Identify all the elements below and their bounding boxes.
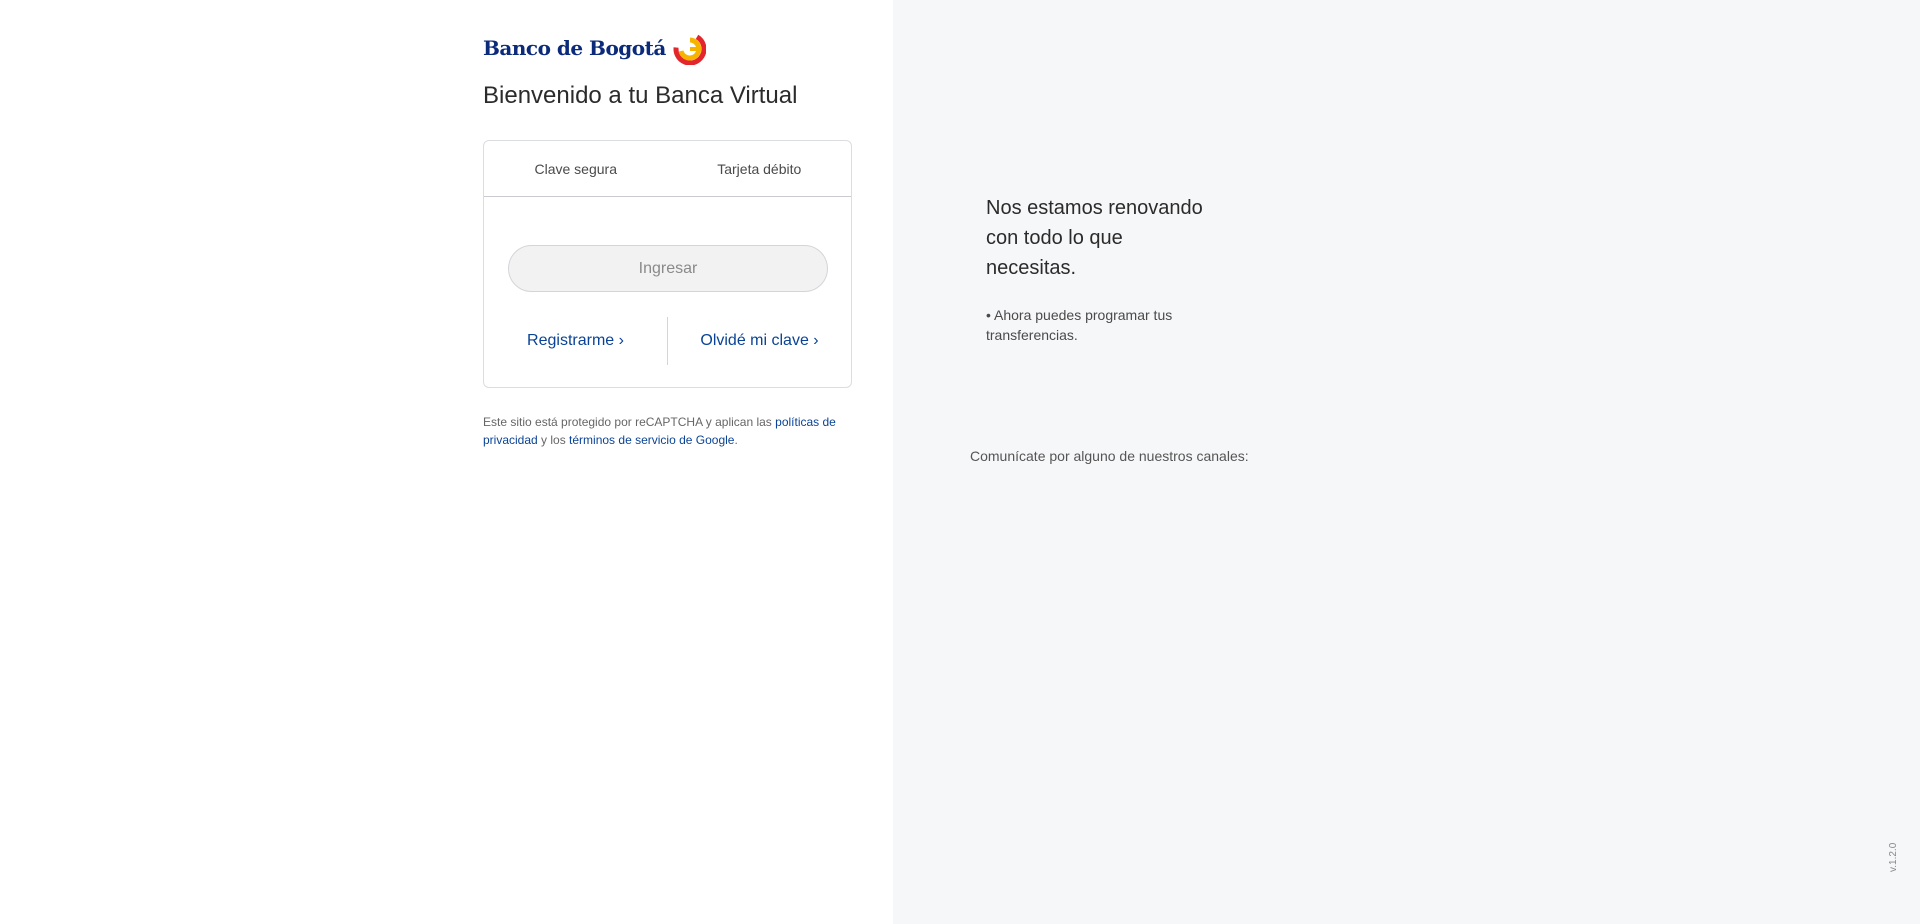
- forgot-password-link[interactable]: Olvidé mi clave ›: [668, 332, 851, 350]
- register-link[interactable]: Registrarme ›: [484, 332, 667, 350]
- promo-bullet: • Ahora puedes programar tus transferenc…: [986, 307, 1173, 343]
- recaptcha-text-middle: y los: [537, 433, 570, 447]
- ingresar-button[interactable]: Ingresar: [508, 245, 828, 292]
- recaptcha-text: Este sitio está protegido por reCAPTCHA …: [483, 415, 776, 429]
- page-title: Bienvenido a tu Banca Virtual: [483, 82, 798, 109]
- google-terms-link[interactable]: términos de servicio de Google: [569, 433, 734, 447]
- login-tabs: Clave segura Tarjeta débito: [484, 141, 851, 197]
- version-label: v.1.2.0: [1888, 842, 1899, 872]
- tab-tarjeta-debito[interactable]: Tarjeta débito: [668, 141, 852, 196]
- recaptcha-text-end: .: [734, 433, 738, 447]
- tab-clave-segura[interactable]: Clave segura: [484, 141, 668, 196]
- promo-title: Nos estamos renovando con todo lo que ne…: [986, 197, 1203, 279]
- login-card: Clave segura Tarjeta débito Ingresar Reg…: [483, 140, 852, 388]
- brand-name: Banco de Bogotá: [483, 36, 666, 60]
- recaptcha-notice: Este sitio está protegido por reCAPTCHA …: [483, 413, 855, 449]
- banco-de-bogota-g-logo-icon: [673, 32, 706, 65]
- login-panel: Banco de Bogotá Bienvenido a tu Banca Vi…: [0, 0, 893, 924]
- account-links: Registrarme › Olvidé mi clave ›: [484, 317, 851, 365]
- channels-label: Comunícate por alguno de nuestros canale…: [970, 448, 1249, 464]
- brand-logo[interactable]: Banco de Bogotá: [483, 31, 706, 65]
